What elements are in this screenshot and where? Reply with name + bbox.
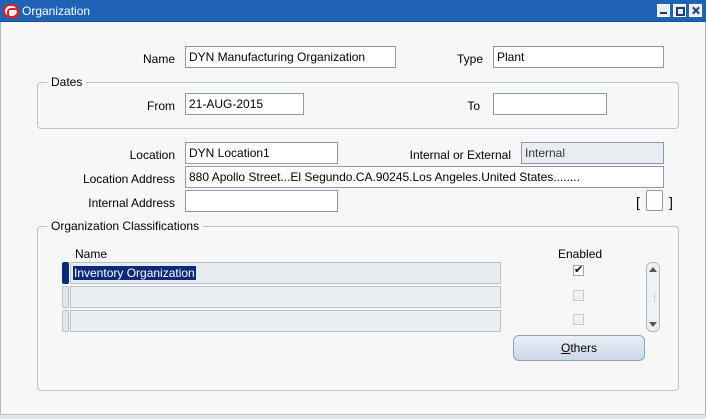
title-bar: Organization: [0, 0, 706, 22]
type-field[interactable]: Plant: [493, 46, 664, 68]
window-title: Organization: [22, 4, 91, 18]
location-field[interactable]: DYN Location1: [185, 142, 338, 164]
others-button-label: thers: [570, 341, 598, 355]
to-label: To: [467, 99, 480, 113]
column-header-enabled: Enabled: [558, 247, 603, 261]
enabled-checkbox[interactable]: [573, 263, 584, 276]
row-indicator[interactable]: [62, 286, 69, 308]
column-header-name: Name: [75, 247, 108, 261]
vertical-scrollbar[interactable]: ⋮: [646, 262, 660, 332]
scroll-down-icon[interactable]: [649, 322, 657, 327]
from-date-field[interactable]: 21-AUG-2015: [185, 93, 304, 115]
classification-name-field[interactable]: [70, 310, 501, 332]
classifications-group-title: Organization Classifications: [47, 219, 204, 233]
classification-name-field[interactable]: Inventory Organization: [70, 262, 501, 284]
to-date-field[interactable]: [493, 93, 607, 115]
scroll-grip-icon[interactable]: ⋮: [650, 293, 659, 302]
row-indicator[interactable]: [62, 262, 69, 284]
location-address-label: Location Address: [82, 172, 175, 186]
internal-address-field[interactable]: [185, 190, 338, 212]
internal-address-label: Internal Address: [88, 196, 175, 210]
enabled-checkbox[interactable]: [573, 290, 584, 301]
row-indicator[interactable]: [62, 310, 69, 332]
internal-external-field: Internal: [521, 142, 664, 164]
close-icon[interactable]: [689, 4, 702, 17]
others-button-mnemonic: O: [560, 341, 571, 355]
name-field[interactable]: DYN Manufacturing Organization: [185, 46, 396, 68]
minimize-icon[interactable]: [657, 4, 670, 17]
location-address-field[interactable]: 880 Apollo Street...El Segundo.CA.90245.…: [185, 166, 664, 188]
descriptive-flexfield[interactable]: [646, 190, 663, 211]
scroll-up-icon[interactable]: [649, 267, 657, 272]
enabled-checkbox[interactable]: [573, 314, 584, 325]
type-label: Type: [456, 52, 483, 66]
window-bottom-border: [0, 414, 706, 419]
oracle-logo-icon[interactable]: [3, 4, 19, 18]
others-button[interactable]: Others: [513, 335, 645, 361]
from-label: From: [147, 99, 175, 113]
dff-bracket-right: ]: [669, 194, 673, 210]
location-label: Location: [129, 148, 175, 162]
dates-group-title: Dates: [47, 75, 87, 89]
maximize-icon[interactable]: [673, 4, 686, 17]
dff-bracket-left: [: [636, 194, 640, 210]
classification-name-field[interactable]: [70, 286, 501, 308]
name-label: Name: [142, 52, 175, 66]
internal-external-label: Internal or External: [409, 148, 511, 162]
classification-name-text: Inventory Organization: [73, 266, 196, 280]
